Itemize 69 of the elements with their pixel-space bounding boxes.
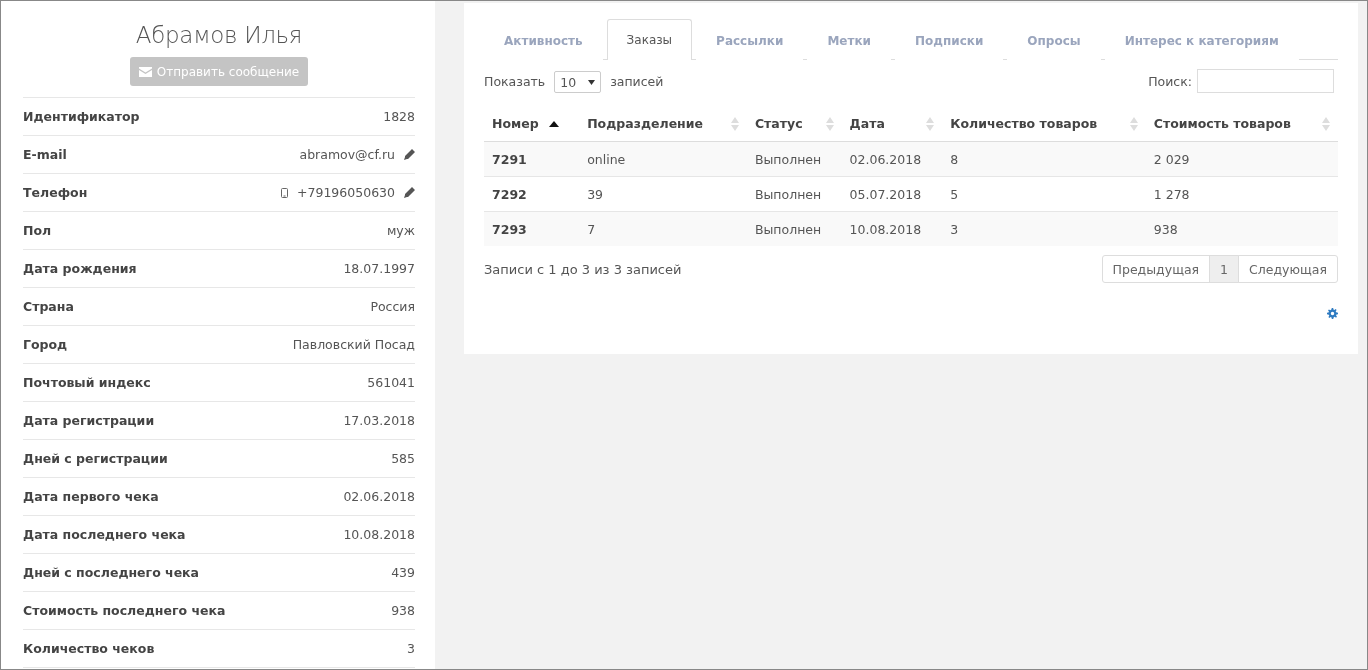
field-value: 439 (391, 565, 415, 580)
table-cell: online (579, 141, 747, 177)
pagination-button[interactable]: Следующая (1238, 255, 1338, 283)
field-label: Телефон (23, 185, 88, 200)
field-value: 17.03.2018 (343, 413, 415, 428)
field-label: E-mail (23, 147, 67, 162)
table-cell: 2 029 (1145, 141, 1338, 177)
field-value: +79196050630 (297, 185, 395, 200)
table-cell: 7293 (484, 211, 580, 246)
table-cell: Выполнен (746, 141, 842, 177)
field-label: Город (23, 337, 68, 352)
table-cell: 05.07.2018 (841, 176, 943, 212)
column-header[interactable]: Номер (484, 106, 580, 142)
field-label: Страна (23, 299, 74, 314)
table-cell: Выполнен (746, 211, 842, 246)
field-label: Стоимость последнего чека (23, 603, 226, 618)
table-cell: 3 (942, 211, 1146, 246)
table-cell: 938 (1145, 211, 1338, 246)
table-cell: 8 (942, 141, 1146, 177)
column-header[interactable]: Стоимость товаров (1145, 106, 1338, 142)
mobile-phone-icon (281, 187, 289, 198)
field-value: Павловский Посад (292, 337, 415, 352)
field-label: Количество чеков (23, 641, 155, 656)
column-header[interactable]: Количество товаров (942, 106, 1146, 142)
table-cell: 02.06.2018 (841, 141, 943, 177)
search-field[interactable] (1197, 69, 1334, 93)
field-value: Россия (370, 299, 415, 314)
field-label: Идентификатор (23, 109, 140, 124)
field-label: Дата последнего чека (23, 527, 186, 542)
field-label: Дата рождения (23, 261, 137, 276)
field-label: Почтовый индекс (23, 375, 151, 390)
field-value: муж (386, 223, 415, 238)
field-value: 585 (391, 451, 415, 466)
length-label: записей (610, 73, 664, 89)
tab[interactable]: Заказы (606, 19, 693, 60)
settings-icon (1327, 308, 1338, 319)
field-value: 10.08.2018 (343, 527, 415, 542)
profile-name: Абрамов Илья (134, 22, 304, 48)
field-label: Пол (23, 223, 52, 238)
length-label: Показать (484, 73, 546, 89)
table-cell: 39 (579, 176, 747, 212)
envelope-icon (138, 66, 152, 77)
field-value: 561041 (367, 375, 415, 390)
caret-icon (588, 79, 596, 85)
search-label: Поиск: (1148, 73, 1192, 89)
table-cell: Выполнен (746, 176, 842, 212)
table-cell: 5 (942, 176, 1146, 212)
field-label: Дней с регистрации (23, 451, 168, 466)
column-header[interactable]: Дата (841, 106, 943, 142)
field-value: 938 (391, 603, 415, 618)
field-value: 3 (407, 641, 415, 656)
pagination-button[interactable]: 1 (1209, 255, 1240, 283)
field-value: 18.07.1997 (343, 261, 415, 276)
table-info: Записи с 1 до 3 из 3 записей (484, 261, 682, 277)
column-header[interactable]: Статус (746, 106, 842, 142)
field-value: abramov@cf.ru (299, 147, 395, 162)
field-value: 1828 (383, 109, 415, 124)
table-cell: 7291 (484, 141, 580, 177)
field-label: Дата регистрации (23, 413, 155, 428)
field-label: Дней с последнего чека (23, 565, 200, 580)
field-value: 02.06.2018 (343, 489, 415, 504)
column-header[interactable]: Подразделение (579, 106, 747, 142)
table-cell: 1 278 (1145, 176, 1338, 212)
pagination-button[interactable]: Предыдущая (1101, 255, 1211, 283)
page-length-select[interactable]: 10 (554, 71, 602, 93)
table-cell: 10.08.2018 (841, 211, 943, 246)
table-cell: 7 (579, 211, 747, 246)
field-label: Дата первого чека (23, 489, 159, 504)
table-cell: 7292 (484, 176, 580, 212)
